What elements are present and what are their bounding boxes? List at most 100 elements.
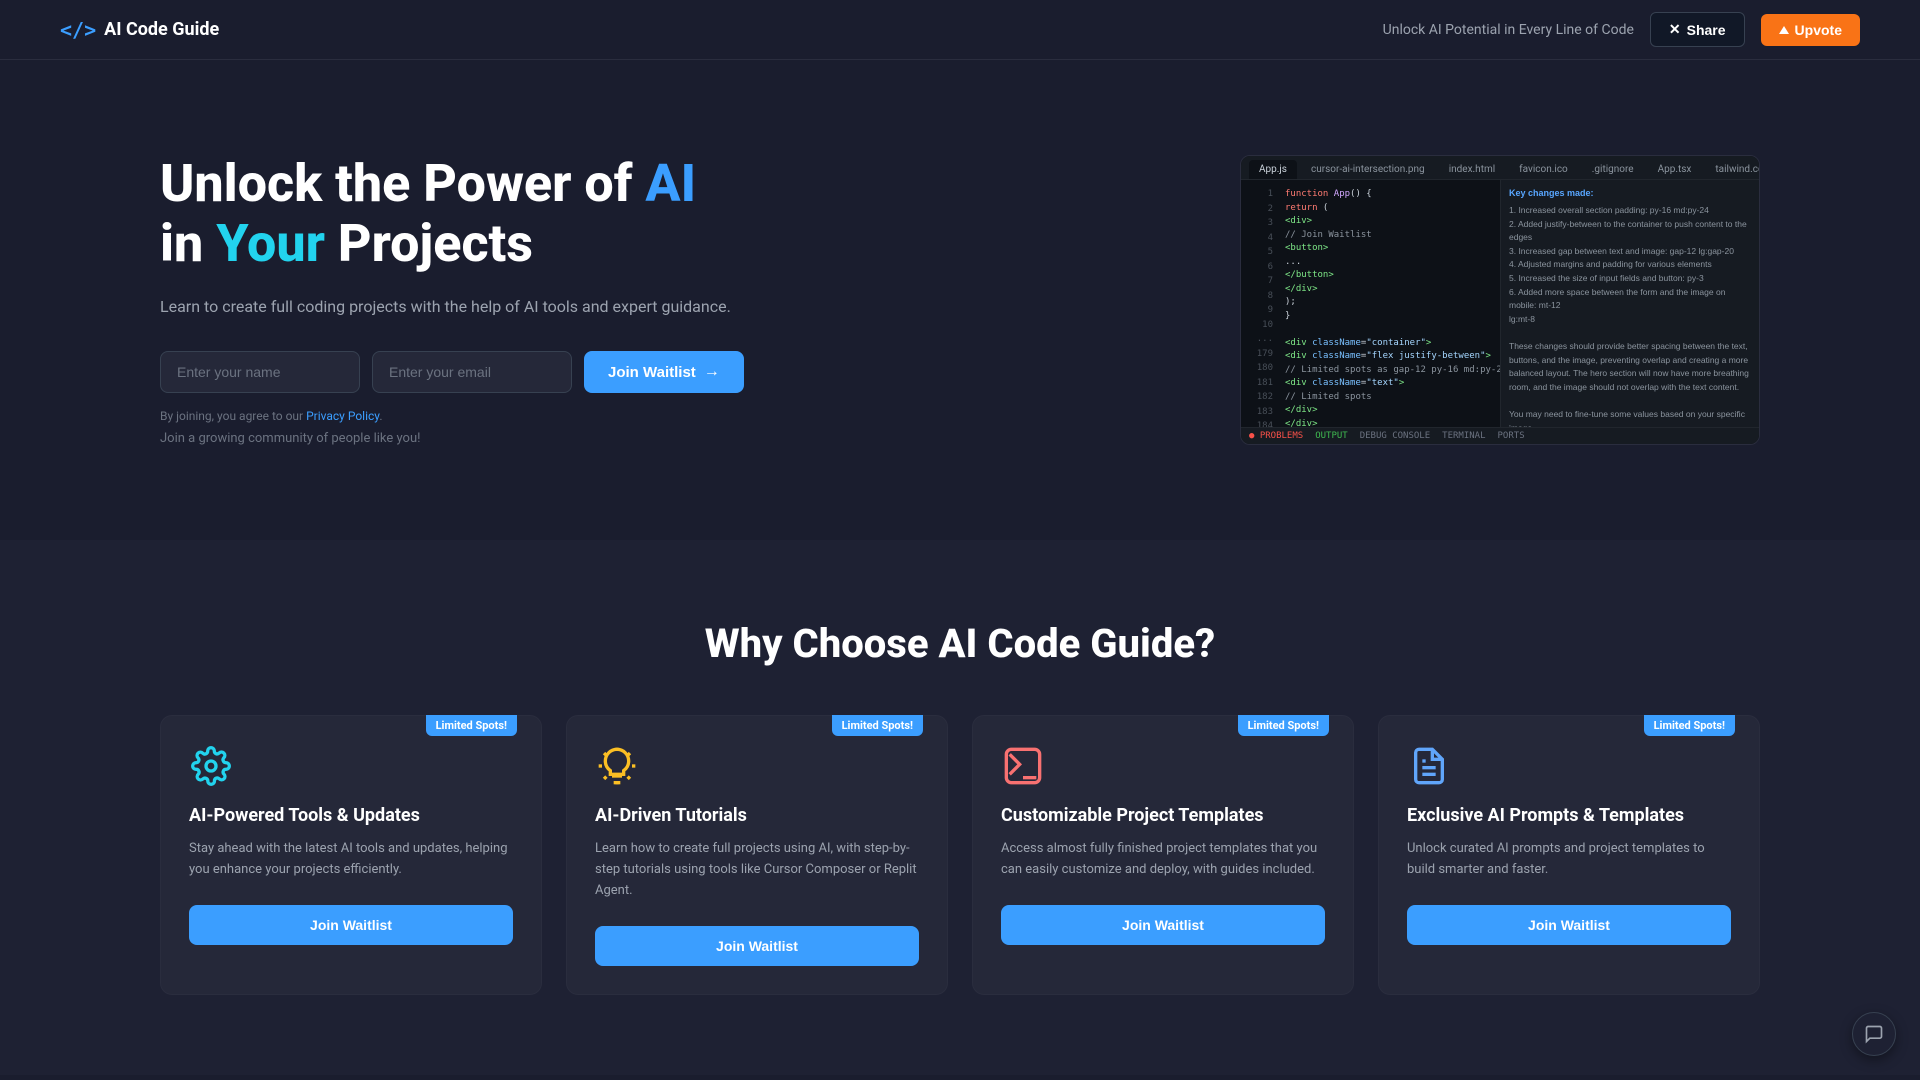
upvote-button[interactable]: Upvote [1761, 14, 1860, 46]
editor-gutter: 1 2 3 4 5 6 7 8 9 10 ... 179 180 181 182… [1241, 180, 1277, 427]
card-desc-2: Learn how to create full projects using … [595, 839, 919, 901]
line-num: 9 [1245, 304, 1273, 318]
card-title-3: Customizable Project Templates [1001, 804, 1325, 827]
hero-title: Unlock the Power of AI in Your Projects [160, 154, 744, 274]
card-desc-3: Access almost fully finished project tem… [1001, 839, 1325, 881]
card-title-2: AI-Driven Tutorials [595, 804, 919, 827]
terminal-icon [1001, 744, 1045, 788]
tab-apptsx[interactable]: App.tsx [1648, 160, 1702, 179]
card-join-button-3[interactable]: Join Waitlist [1001, 905, 1325, 945]
line-num: 7 [1245, 275, 1273, 289]
code-editor-mockup: App.js cursor-ai-intersection.png index.… [1240, 155, 1760, 445]
line-num: 179 [1245, 348, 1273, 362]
line-num: ... [1245, 333, 1273, 347]
line-num: 8 [1245, 290, 1273, 304]
debug-console-tab[interactable]: DEBUG CONSOLE [1360, 431, 1430, 441]
hero-community-text: Join a growing community of people like … [160, 431, 744, 446]
name-input[interactable] [160, 351, 360, 393]
output-tab[interactable]: OUTPUT [1315, 431, 1348, 441]
card-join-button-1[interactable]: Join Waitlist [189, 905, 513, 945]
card-ai-tutorials: Limited Spots! AI-Driven Tutorials [566, 715, 948, 995]
hero-title-line2: in Your Projects [160, 213, 533, 274]
card-title-1: AI-Powered Tools & Updates [189, 804, 513, 827]
email-input[interactable] [372, 351, 572, 393]
hero-legal-text: By joining, you agree to our [160, 409, 306, 423]
card-desc-1: Stay ahead with the latest AI tools and … [189, 839, 513, 881]
hero-title-line1: Unlock the Power of AI [160, 153, 696, 214]
hero-title-your: Your [216, 213, 325, 274]
terminal-tab[interactable]: TERMINAL [1442, 431, 1485, 441]
logo-text: AI Code Guide [104, 19, 219, 40]
why-section: Why Choose AI Code Guide? Limited Spots!… [0, 540, 1920, 1075]
tab-cursor[interactable]: cursor-ai-intersection.png [1301, 160, 1435, 179]
line-num: 183 [1245, 406, 1273, 420]
chat-bubble[interactable] [1852, 1012, 1896, 1056]
hero-section: Unlock the Power of AI in Your Projects … [0, 60, 1920, 540]
line-num: 2 [1245, 203, 1273, 217]
editor-code: function App() { return ( <div> // Join … [1277, 180, 1500, 427]
card-join-button-4[interactable]: Join Waitlist [1407, 905, 1731, 945]
editor-panel: Key changes made: 1. Increased overall s… [1500, 180, 1759, 427]
card-badge-2: Limited Spots! [832, 715, 923, 736]
hero-title-prefix1: Unlock the Power of [160, 153, 645, 214]
hero-subtitle: Learn to create full coding projects wit… [160, 294, 744, 320]
logo-bracket: </> [60, 18, 96, 42]
arrow-right-icon [704, 363, 720, 381]
hero-title-ai: AI [645, 153, 696, 214]
bulb-icon [595, 744, 639, 788]
editor-tabs: App.js cursor-ai-intersection.png index.… [1241, 156, 1759, 180]
editor-body: 1 2 3 4 5 6 7 8 9 10 ... 179 180 181 182… [1241, 180, 1759, 427]
document-icon [1407, 744, 1451, 788]
line-num: 3 [1245, 217, 1273, 231]
panel-text: 1. Increased overall section padding: py… [1509, 204, 1751, 427]
hero-legal-end: . [379, 409, 382, 423]
share-button[interactable]: ✕ Share [1650, 12, 1745, 47]
card-badge-3: Limited Spots! [1238, 715, 1329, 736]
hero-legal: By joining, you agree to our Privacy Pol… [160, 409, 744, 423]
card-desc-4: Unlock curated AI prompts and project te… [1407, 839, 1731, 881]
problems-tab[interactable]: ● PROBLEMS [1249, 431, 1303, 441]
hero-title-projects: Projects [325, 213, 533, 274]
tab-gitignore[interactable]: .gitignore [1582, 160, 1644, 179]
upvote-label: Upvote [1795, 22, 1842, 38]
hero-title-in: in [160, 213, 216, 274]
line-num: 180 [1245, 362, 1273, 376]
card-join-button-2[interactable]: Join Waitlist [595, 926, 919, 966]
line-num: 6 [1245, 261, 1273, 275]
tab-favicon[interactable]: favicon.ico [1509, 160, 1578, 179]
card-templates: Limited Spots! Customizable Project Temp… [972, 715, 1354, 995]
card-title-4: Exclusive AI Prompts & Templates [1407, 804, 1731, 827]
gear-icon [189, 744, 233, 788]
join-waitlist-label: Join Waitlist [608, 364, 696, 381]
x-icon: ✕ [1669, 21, 1681, 38]
tab-index[interactable]: index.html [1439, 160, 1505, 179]
line-num: 182 [1245, 391, 1273, 405]
card-badge-1: Limited Spots! [426, 715, 517, 736]
ports-tab[interactable]: PORTS [1498, 431, 1525, 441]
logo: </> AI Code Guide [60, 18, 219, 42]
navbar-tagline: Unlock AI Potential in Every Line of Cod… [1383, 22, 1634, 38]
line-num: 5 [1245, 246, 1273, 260]
hero-content: Unlock the Power of AI in Your Projects … [160, 154, 744, 446]
upvote-icon [1779, 26, 1789, 34]
navbar: </> AI Code Guide Unlock AI Potential in… [0, 0, 1920, 60]
tab-tailwind[interactable]: tailwind.config.js [1705, 160, 1759, 179]
line-num: 10 [1245, 319, 1273, 333]
tab-appjs[interactable]: App.js [1249, 160, 1297, 179]
cards-grid: Limited Spots! AI-Powered Tools & Update… [160, 715, 1760, 995]
share-label: Share [1687, 22, 1726, 38]
hero-form: Join Waitlist [160, 351, 744, 393]
line-num: 1 [1245, 188, 1273, 202]
panel-title: Key changes made: [1509, 188, 1751, 198]
line-num: 184 [1245, 420, 1273, 427]
privacy-policy-link[interactable]: Privacy Policy [306, 409, 379, 423]
why-title: Why Choose AI Code Guide? [160, 620, 1760, 667]
navbar-right: Unlock AI Potential in Every Line of Cod… [1383, 12, 1860, 47]
card-ai-powered: Limited Spots! AI-Powered Tools & Update… [160, 715, 542, 995]
card-prompts: Limited Spots! Exclusive AI Prompts & Te… [1378, 715, 1760, 995]
line-num: 4 [1245, 232, 1273, 246]
editor-status-bar: ● PROBLEMS OUTPUT DEBUG CONSOLE TERMINAL… [1241, 427, 1759, 444]
join-waitlist-button[interactable]: Join Waitlist [584, 351, 744, 393]
card-badge-4: Limited Spots! [1644, 715, 1735, 736]
line-num: 181 [1245, 377, 1273, 391]
